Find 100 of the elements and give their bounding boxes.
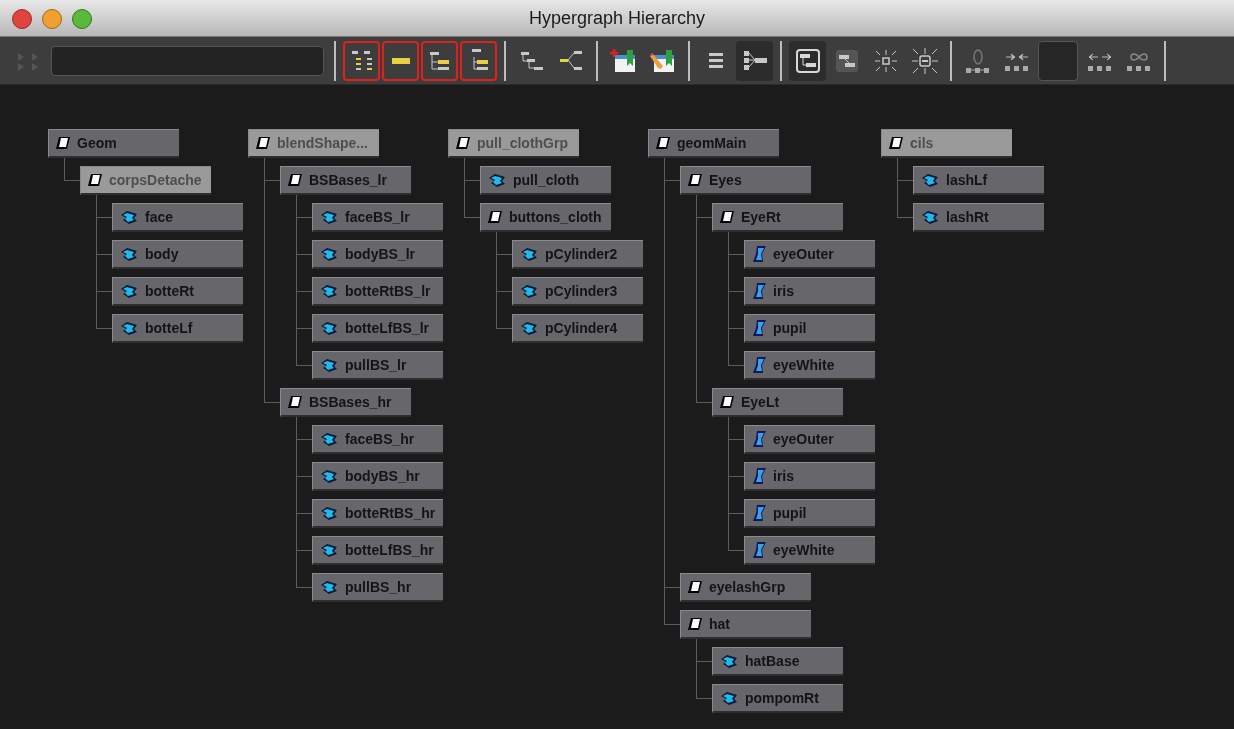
mesh-icon bbox=[119, 283, 139, 299]
mesh-icon bbox=[319, 579, 339, 595]
graph-node[interactable]: body bbox=[112, 240, 243, 269]
graph-node[interactable]: botteRt bbox=[112, 277, 243, 306]
toolbar-button[interactable] bbox=[460, 40, 497, 81]
mesh-icon bbox=[319, 246, 339, 262]
transform-icon bbox=[719, 209, 735, 225]
graph-node[interactable]: lashLf bbox=[913, 166, 1044, 195]
graph-node[interactable]: buttons_cloth bbox=[480, 203, 611, 232]
node-label: Geom bbox=[77, 133, 117, 153]
graph-node[interactable]: pupil bbox=[744, 499, 875, 528]
zero-icon bbox=[963, 46, 992, 75]
node-label: botteLf bbox=[145, 318, 193, 338]
graph-node[interactable]: bodyBS_hr bbox=[312, 462, 443, 491]
graph-node[interactable]: botteLfBS_lr bbox=[312, 314, 443, 343]
transform-icon bbox=[687, 579, 703, 595]
toolbar-button[interactable] bbox=[789, 40, 826, 81]
graph-node[interactable]: eyeOuter bbox=[744, 240, 875, 269]
graph-node[interactable]: face bbox=[112, 203, 243, 232]
graph-node[interactable]: pullBS_lr bbox=[312, 351, 443, 380]
graph-node[interactable]: botteRtBS_hr bbox=[312, 499, 443, 528]
graph-node[interactable]: pCylinder3 bbox=[512, 277, 643, 306]
graph-node[interactable]: Geom bbox=[48, 129, 179, 158]
node-label: BSBases_hr bbox=[309, 392, 392, 412]
graph-node[interactable]: Eyes bbox=[680, 166, 811, 195]
graph-node[interactable]: EyeRt bbox=[712, 203, 843, 232]
node-label: geomMain bbox=[677, 133, 747, 153]
node-label: botteRt bbox=[145, 281, 194, 301]
graph-node[interactable]: iris bbox=[744, 462, 875, 491]
graph-node[interactable]: botteLf bbox=[112, 314, 243, 343]
node-label: lashLf bbox=[946, 170, 988, 190]
node-label: pupil bbox=[773, 318, 807, 338]
node-label: pompomRt bbox=[745, 688, 819, 708]
graph-node[interactable]: hat bbox=[680, 610, 811, 639]
node-label: eyeWhite bbox=[773, 540, 835, 560]
graph-node[interactable]: cils bbox=[881, 129, 1012, 158]
graph-node[interactable]: eyeOuter bbox=[744, 425, 875, 454]
node-label: bodyBS_lr bbox=[345, 244, 415, 264]
graph-node[interactable]: hatBase bbox=[712, 647, 843, 676]
graph-node[interactable]: blendShape... bbox=[248, 129, 379, 158]
mesh-icon bbox=[319, 468, 339, 484]
graph-node[interactable]: botteLfBS_hr bbox=[312, 536, 443, 565]
graph-node[interactable]: eyeWhite bbox=[744, 536, 875, 565]
toolbar-button[interactable] bbox=[736, 40, 773, 81]
graph-node[interactable]: eyeWhite bbox=[744, 351, 875, 380]
graph-node[interactable]: iris bbox=[744, 277, 875, 306]
bar-icon bbox=[391, 57, 410, 64]
graph-node[interactable]: geomMain bbox=[648, 129, 779, 158]
node-label: Eyes bbox=[709, 170, 742, 190]
transform-icon bbox=[287, 394, 303, 410]
node-label: hat bbox=[709, 614, 730, 634]
mesh-icon bbox=[519, 320, 539, 336]
node-label: EyeRt bbox=[741, 207, 781, 227]
graph-node[interactable]: pull_clothGrp bbox=[448, 129, 579, 158]
node-label: lashRt bbox=[946, 207, 989, 227]
minimize-icon[interactable] bbox=[42, 9, 62, 29]
node-label: pull_clothGrp bbox=[477, 133, 568, 153]
graph-node[interactable]: BSBases_lr bbox=[280, 166, 411, 195]
color-swatch[interactable] bbox=[1038, 40, 1078, 81]
search-field[interactable] bbox=[51, 45, 324, 76]
graph-node[interactable]: bodyBS_lr bbox=[312, 240, 443, 269]
node-label: faceBS_lr bbox=[345, 207, 410, 227]
toolbar-button[interactable] bbox=[343, 40, 380, 81]
node-label: iris bbox=[773, 466, 794, 486]
node-label: eyeWhite bbox=[773, 355, 835, 375]
graph-node[interactable]: pompomRt bbox=[712, 684, 843, 713]
node-label: pullBS_hr bbox=[345, 577, 412, 597]
graph-node[interactable]: pCylinder2 bbox=[512, 240, 643, 269]
zoom-icon[interactable] bbox=[72, 9, 92, 29]
transform-icon bbox=[655, 135, 671, 151]
transform-icon bbox=[255, 135, 271, 151]
mesh-icon bbox=[487, 172, 507, 188]
graph-node[interactable]: pupil bbox=[744, 314, 875, 343]
toolbar-button[interactable] bbox=[421, 40, 458, 81]
graph-node[interactable]: faceBS_hr bbox=[312, 425, 443, 454]
graph-node[interactable]: EyeLt bbox=[712, 388, 843, 417]
graph-node[interactable]: pullBS_hr bbox=[312, 573, 443, 602]
graph-node[interactable]: lashRt bbox=[913, 203, 1044, 232]
mesh-icon bbox=[319, 283, 339, 299]
curve-icon bbox=[751, 245, 767, 263]
graph-node[interactable]: faceBS_lr bbox=[312, 203, 443, 232]
transform-icon bbox=[719, 394, 735, 410]
node-label: pCylinder3 bbox=[545, 281, 618, 301]
close-icon[interactable] bbox=[12, 9, 32, 29]
graph-node[interactable]: botteRtBS_lr bbox=[312, 277, 443, 306]
graph-node[interactable]: corpsDetache bbox=[80, 166, 211, 195]
node-label: eyelashGrp bbox=[709, 577, 786, 597]
node-label: pCylinder2 bbox=[545, 244, 618, 264]
mesh-icon bbox=[719, 653, 739, 669]
graph-node[interactable]: pull_cloth bbox=[480, 166, 611, 195]
graph-node[interactable]: pCylinder4 bbox=[512, 314, 643, 343]
node-label: face bbox=[145, 207, 174, 227]
node-label: corpsDetache bbox=[109, 170, 202, 190]
graph-node[interactable]: eyelashGrp bbox=[680, 573, 811, 602]
node-label: bodyBS_hr bbox=[345, 466, 420, 486]
expand-icon bbox=[910, 46, 939, 75]
toolbar-button[interactable] bbox=[382, 40, 419, 81]
graph-node[interactable]: BSBases_hr bbox=[280, 388, 411, 417]
node-label: botteRtBS_hr bbox=[345, 503, 436, 523]
transform-icon bbox=[455, 135, 471, 151]
